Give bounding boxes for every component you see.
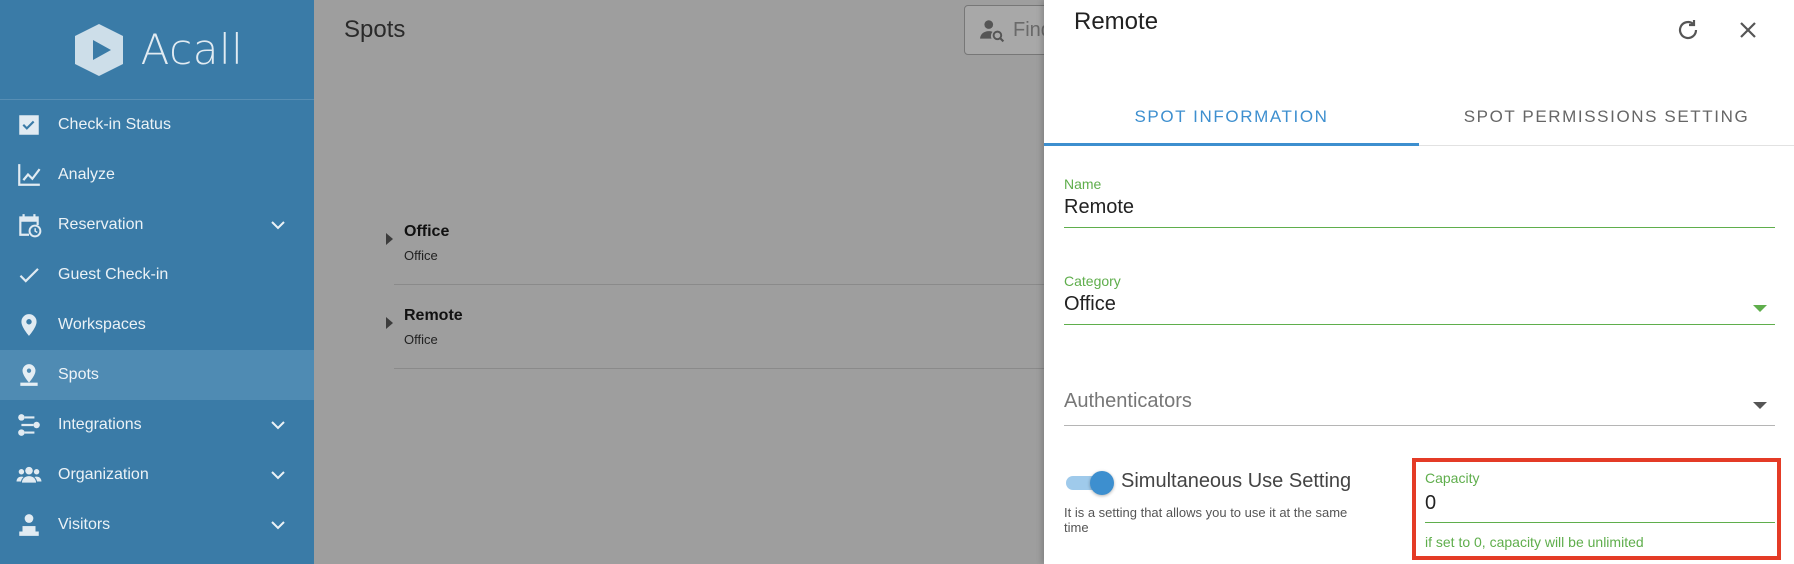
sidebar-item-visitors[interactable]: Visitors [0,500,314,550]
spot-name: Office [404,223,450,240]
dropdown-arrow-icon[interactable] [1753,402,1767,409]
dropdown-arrow-icon[interactable] [1753,305,1767,312]
category-field[interactable]: Category Office [1064,273,1775,325]
sidebar-item-spots[interactable]: Spots [0,350,314,400]
sidebar-item-label: Reservation [58,216,144,233]
acall-logo-icon [71,22,127,78]
sidebar-item-guest-check-in[interactable]: Guest Check-in [0,250,314,300]
simultaneous-use-toggle[interactable] [1064,470,1114,495]
sidebar-item-integrations[interactable]: Integrations [0,400,314,450]
close-button[interactable] [1732,14,1764,46]
app-name: Acall [140,25,244,74]
spot-name: Remote [404,307,463,324]
expand-caret-icon[interactable] [386,233,393,245]
capacity-field-highlight: Capacity if set to 0, capacity will be u… [1412,458,1781,560]
sidebar-item-label: Integrations [58,416,142,433]
chevron-down-icon[interactable] [270,467,286,483]
spot-pin-icon [14,360,44,390]
sidebar: Acall Check-in Status Analyze Reservatio… [0,0,314,564]
checkbox-icon [14,110,44,140]
list-item[interactable]: Office Office [386,201,1044,285]
tab-spot-information[interactable]: SPOT INFORMATION [1044,88,1419,146]
sidebar-item-analyze[interactable]: Analyze [0,150,314,200]
sidebar-item-label: Check-in Status [58,116,171,133]
refresh-icon [1678,20,1698,40]
sidebar-item-label: Analyze [58,166,115,183]
check-icon [14,260,44,290]
user-search-icon [980,20,1005,43]
spot-detail-panel: Remote SPOT INFORMATION SPOT PERMISSIONS… [1044,0,1794,564]
refresh-button[interactable] [1672,14,1704,46]
chevron-down-icon[interactable] [270,517,286,533]
app-logo[interactable]: Acall [0,0,314,100]
sidebar-item-label: Guest Check-in [58,266,169,283]
name-input[interactable] [1064,196,1775,228]
expand-caret-icon[interactable] [386,317,393,329]
capacity-label: Capacity [1425,470,1480,486]
authenticators-select[interactable]: Authenticators [1064,390,1775,426]
chevron-down-icon[interactable] [270,217,286,233]
capacity-help-text: if set to 0, capacity will be unlimited [1425,534,1644,550]
tab-spot-permissions-setting[interactable]: SPOT PERMISSIONS SETTING [1419,88,1794,145]
capacity-input[interactable] [1425,492,1775,523]
calendar-clock-icon [14,210,44,240]
category-select-value[interactable]: Office [1064,293,1775,325]
main-content-overlay[interactable]: Spots Find Office Office Remote Office [314,0,1064,564]
close-icon [1740,22,1756,38]
name-field: Name [1064,176,1775,228]
spot-category: Office [404,332,438,347]
sidebar-item-check-in-status[interactable]: Check-in Status [0,100,314,150]
chevron-down-icon[interactable] [270,417,286,433]
page-title: Spots [344,16,406,43]
sidebar-item-organization[interactable]: Organization [0,450,314,500]
sidebar-item-reservation[interactable]: Reservation [0,200,314,250]
simultaneous-use-help: It is a setting that allows you to use i… [1064,505,1348,535]
spot-category: Office [404,248,438,263]
sidebar-item-workspaces[interactable]: Workspaces [0,300,314,350]
authenticators-label: Authenticators [1064,390,1192,412]
sidebar-item-label: Organization [58,466,149,483]
visitor-icon [14,510,44,540]
tab-bar: SPOT INFORMATION SPOT PERMISSIONS SETTIN… [1044,88,1794,146]
name-field-label: Name [1064,176,1102,192]
integrations-icon [14,410,44,440]
people-icon [14,460,44,490]
panel-title: Remote [1074,8,1159,35]
sidebar-item-label: Spots [58,366,99,383]
chart-line-icon [14,160,44,190]
map-pin-icon [14,310,44,340]
toggle-knob [1090,471,1114,495]
category-field-label: Category [1064,273,1121,289]
simultaneous-use-label: Simultaneous Use Setting [1121,470,1352,492]
sidebar-item-label: Visitors [58,516,111,533]
sidebar-item-label: Workspaces [58,316,146,333]
list-item[interactable]: Remote Office [386,285,1044,369]
